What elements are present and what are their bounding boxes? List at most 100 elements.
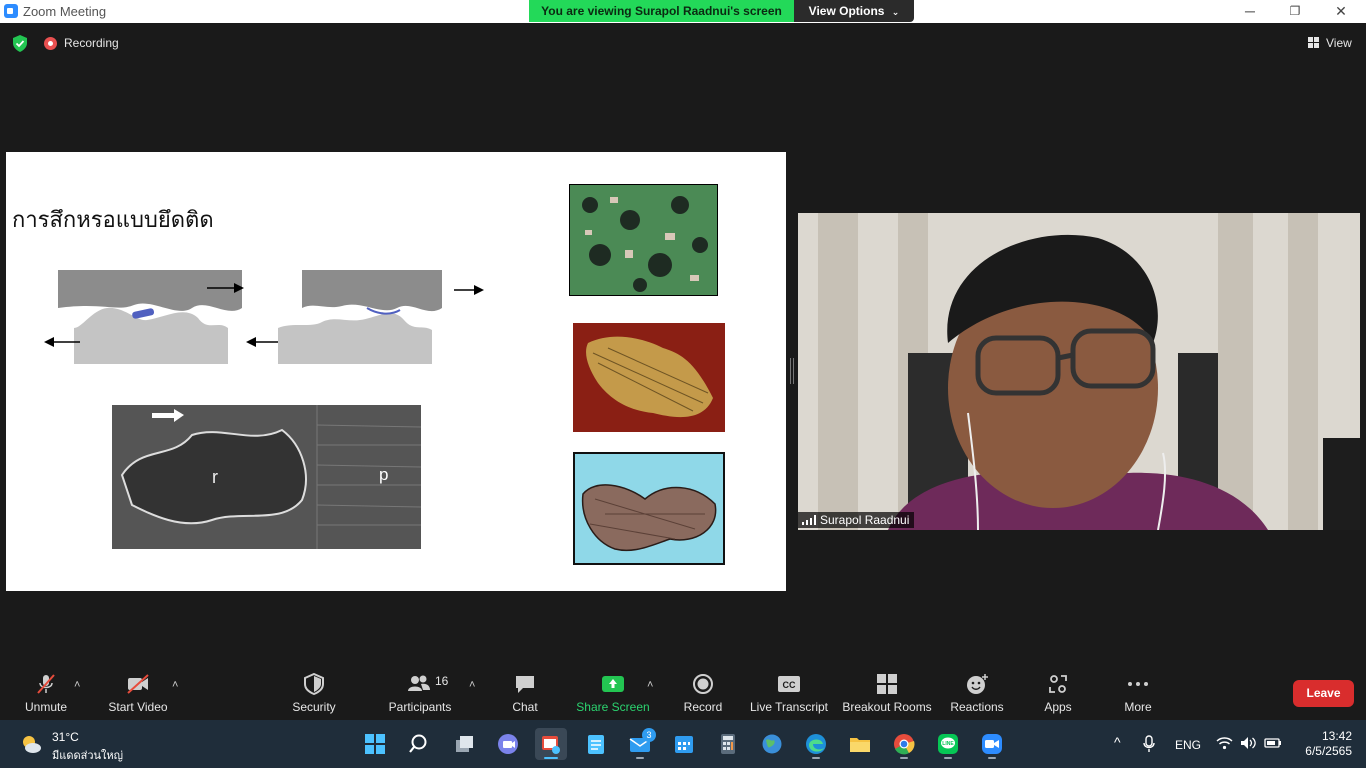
video-options-caret-icon[interactable]: ˄ <box>172 679 178 691</box>
taskbar-app-file-explorer[interactable] <box>844 728 876 760</box>
running-indicator <box>988 757 996 759</box>
taskbar-app-mail[interactable]: 3 <box>624 728 656 760</box>
taskbar-app-snipping-tool[interactable] <box>535 728 567 760</box>
slide-title: การสึกหรอแบบยึดติด <box>12 208 214 233</box>
taskbar-app-line[interactable]: LINE <box>932 728 964 760</box>
wear-particle-blue-image <box>573 452 725 565</box>
taskbar-app-calculator[interactable] <box>712 728 744 760</box>
live-transcript-label: Live Transcript <box>749 700 829 714</box>
more-button[interactable]: More <box>1113 663 1163 720</box>
breakout-rooms-label: Breakout Rooms <box>842 700 932 714</box>
leave-button[interactable]: Leave <box>1293 680 1354 707</box>
participants-options-caret-icon[interactable]: ˄ <box>469 679 475 691</box>
taskbar-app-calendar[interactable] <box>668 728 700 760</box>
search-icon <box>409 734 427 753</box>
reactions-button[interactable]: Reactions <box>947 663 1007 720</box>
battery-charging-icon[interactable] <box>1264 737 1282 749</box>
start-video-button[interactable]: Start Video <box>103 663 173 720</box>
wifi-icon[interactable] <box>1216 736 1233 750</box>
participants-label: Participants <box>388 700 452 714</box>
volume-icon[interactable] <box>1240 736 1257 750</box>
language-indicator[interactable]: ENG <box>1175 738 1201 752</box>
search-button[interactable] <box>404 728 436 760</box>
record-label: Record <box>683 700 723 714</box>
reactions-smiley-icon <box>967 674 988 694</box>
apps-button[interactable]: Apps <box>1033 663 1083 720</box>
close-button[interactable]: ✕ <box>1318 0 1364 23</box>
edge-browser-icon <box>806 734 826 754</box>
audio-options-caret-icon[interactable]: ˄ <box>74 679 80 691</box>
tray-overflow-chevron-icon[interactable]: ^ <box>1114 734 1121 750</box>
weather-condition: มีแดดส่วนใหญ่ <box>52 750 124 762</box>
clock-time: 13:42 <box>1321 729 1352 743</box>
running-indicator <box>812 757 820 759</box>
running-indicator <box>944 757 952 759</box>
task-view-icon <box>456 736 473 752</box>
unmute-button[interactable]: Unmute <box>16 663 76 720</box>
participant-name-tag: Surapol Raadnui <box>798 512 915 528</box>
taskbar-app-edge[interactable] <box>800 728 832 760</box>
system-clock[interactable]: 13:42 6/5/2565 <box>1292 729 1352 759</box>
view-label: View <box>1326 36 1352 50</box>
reactions-label: Reactions <box>950 700 1004 714</box>
chat-button[interactable]: Chat <box>500 663 550 720</box>
record-dot-icon <box>44 37 57 50</box>
weather-temperature: 31°C <box>52 730 79 744</box>
share-screen-icon <box>602 676 624 692</box>
recording-label: Recording <box>64 36 119 50</box>
taskbar-app-notepad[interactable] <box>580 728 612 760</box>
more-label: More <box>1124 700 1152 714</box>
running-indicator <box>900 757 908 759</box>
unmute-label: Unmute <box>24 700 68 714</box>
tray-microphone-icon[interactable] <box>1142 735 1156 753</box>
running-indicator <box>544 757 558 759</box>
restore-button[interactable]: ❐ <box>1272 0 1318 23</box>
svg-text:LINE: LINE <box>942 741 954 747</box>
apps-icon <box>1049 675 1067 693</box>
share-options-caret-icon[interactable]: ˄ <box>647 679 653 691</box>
taskbar-app-globe[interactable] <box>756 728 788 760</box>
title-bar: Zoom Meeting You are viewing Surapol Raa… <box>0 0 1366 23</box>
more-dots-icon <box>1128 682 1148 686</box>
security-button[interactable]: Security <box>284 663 344 720</box>
shared-screen[interactable]: การสึกหรอแบบยึดติด r p <box>6 152 786 591</box>
notepad-icon <box>588 735 604 754</box>
weather-widget[interactable]: 31°C มีแดดส่วนใหญ่ <box>20 730 140 762</box>
start-button[interactable] <box>359 728 391 760</box>
participants-icon <box>408 675 430 691</box>
sem-micrograph: r p <box>112 405 421 549</box>
snipping-tool-icon <box>542 736 560 754</box>
microphone-muted-icon <box>37 674 55 694</box>
zoom-window: Zoom Meeting You are viewing Surapol Raa… <box>0 0 1366 768</box>
meeting-toolbar: Unmute ˄ Start Video ˄ Security 16 Parti… <box>0 663 1366 720</box>
partly-sunny-icon <box>23 736 41 753</box>
view-options-button[interactable]: View Options ⌄ <box>794 0 914 22</box>
splitter-handle[interactable] <box>790 358 794 384</box>
record-button[interactable]: Record <box>677 663 729 720</box>
task-view-button[interactable] <box>448 728 480 760</box>
share-screen-button[interactable]: Share Screen <box>576 663 650 720</box>
minimize-button[interactable]: ─ <box>1227 0 1273 23</box>
encryption-shield-icon[interactable] <box>12 35 28 52</box>
taskbar-app-chrome[interactable] <box>888 728 920 760</box>
micrograph-green-image <box>569 184 718 296</box>
chat-label: Chat <box>512 700 538 714</box>
participants-button[interactable]: 16 Participants <box>385 663 455 720</box>
live-transcript-button[interactable]: CC Live Transcript <box>748 663 830 720</box>
share-screen-label: Share Screen <box>576 700 650 714</box>
adhesive-wear-diagram <box>44 270 484 364</box>
running-indicator <box>636 757 644 759</box>
zoom-app-icon <box>982 734 1002 754</box>
breakout-rooms-button[interactable]: Breakout Rooms <box>841 663 933 720</box>
video-frame <box>798 213 1360 530</box>
breakout-rooms-icon <box>877 674 897 694</box>
participant-video[interactable]: Surapol Raadnui <box>798 213 1360 530</box>
security-label: Security <box>292 700 336 714</box>
sem-label-p: p <box>379 465 389 484</box>
taskbar-app-teams-chat[interactable] <box>492 728 524 760</box>
signal-strength-icon <box>802 515 816 525</box>
security-shield-icon <box>304 673 324 695</box>
taskbar-app-zoom[interactable] <box>976 728 1008 760</box>
chevron-down-icon: ⌄ <box>891 7 900 17</box>
participants-count: 16 <box>435 674 449 688</box>
